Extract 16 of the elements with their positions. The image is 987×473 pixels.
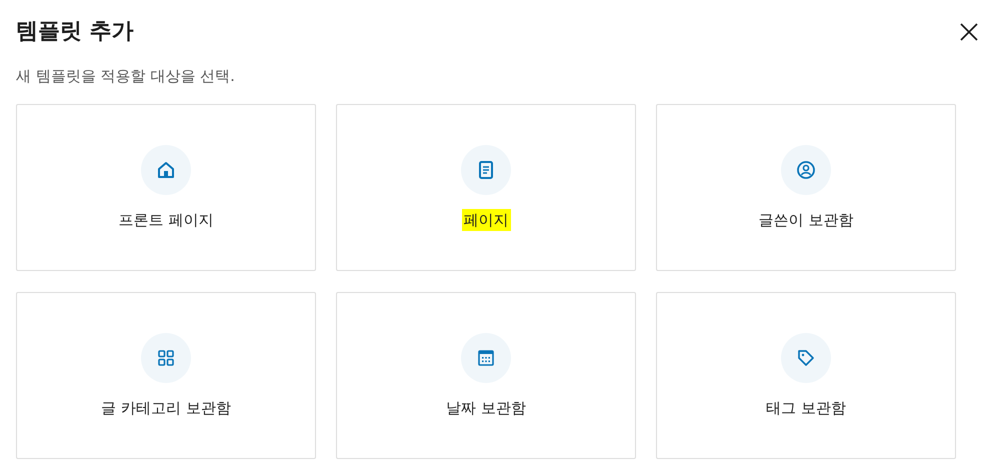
option-label: 날짜 보관함 [445, 398, 527, 419]
template-option[interactable]: 글 카테고리 보관함 [16, 292, 316, 459]
dialog-title: 템플릿 추가 [16, 18, 134, 46]
option-label: 태그 보관함 [765, 398, 847, 419]
dialog-subtitle: 새 템플릿을 적용할 대상을 선택. [16, 66, 236, 86]
option-label: 글 카테고리 보관함 [100, 398, 232, 419]
template-option[interactable]: 페이지 [336, 104, 636, 271]
template-option[interactable]: 프론트 페이지 [16, 104, 316, 271]
template-option[interactable]: 태그 보관함 [656, 292, 956, 459]
close-icon [959, 22, 979, 42]
option-label: 글쓴이 보관함 [758, 210, 854, 231]
user-icon [794, 158, 818, 182]
template-option[interactable]: 글쓴이 보관함 [656, 104, 956, 271]
option-label: 페이지 [462, 209, 510, 231]
template-option[interactable]: 날짜 보관함 [336, 292, 636, 459]
option-label: 프론트 페이지 [118, 210, 214, 231]
